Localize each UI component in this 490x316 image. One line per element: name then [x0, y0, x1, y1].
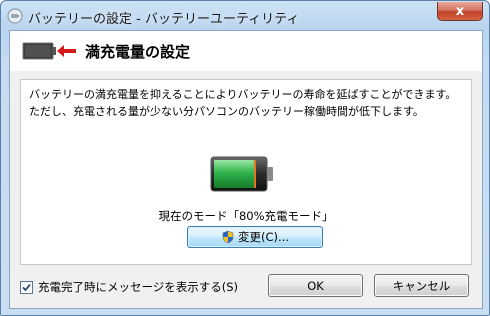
- change-mode-button[interactable]: 変更(C)...: [187, 226, 323, 248]
- current-mode-text: 現在のモード「80%充電モード」: [158, 209, 334, 223]
- checkbox-box[interactable]: [20, 280, 33, 294]
- close-icon: x: [455, 3, 465, 19]
- window-title: バッテリーの設定 - バッテリーユーティリティ: [28, 12, 300, 27]
- battery-settings-window: バッテリーの設定 - バッテリーユーティリティ x 満充電量の設定 バッテリーの…: [0, 0, 490, 316]
- battery-limit-marker: [254, 160, 256, 188]
- page-title: 満充電量の設定: [85, 43, 191, 61]
- close-button[interactable]: x: [437, 2, 483, 21]
- battery-arrow-icon: [22, 42, 76, 60]
- notify-on-complete-checkbox[interactable]: 充電完了時にメッセージを表示する(S): [20, 279, 238, 295]
- ok-button-label: OK: [307, 278, 324, 293]
- cancel-button-label: キャンセル: [392, 278, 451, 293]
- uac-shield-icon: [222, 230, 234, 244]
- title-bar[interactable]: バッテリーの設定 - バッテリーユーティリティ x: [1, 1, 489, 31]
- battery-level-icon: [210, 156, 273, 192]
- cancel-button[interactable]: キャンセル: [374, 274, 469, 297]
- description-text: バッテリーの満充電量を抑えることによりバッテリーの寿命を延ばすことができます。た…: [29, 88, 457, 118]
- checkbox-label: 充電完了時にメッセージを表示する(S): [38, 280, 239, 294]
- header-band: 満充電量の設定: [10, 31, 482, 71]
- battery-fill: [214, 160, 254, 188]
- content-panel: バッテリーの満充電量を抑えることによりバッテリーの寿命を延ばすことができます。た…: [20, 79, 472, 265]
- checkmark-icon: [22, 283, 31, 291]
- battery-settings-icon: [7, 8, 23, 24]
- change-button-label: 変更(C)...: [238, 230, 289, 244]
- dialog-client-area: 満充電量の設定 バッテリーの満充電量を抑えることによりバッテリーの寿命を延ばすこ…: [9, 30, 483, 309]
- ok-button[interactable]: OK: [268, 274, 363, 297]
